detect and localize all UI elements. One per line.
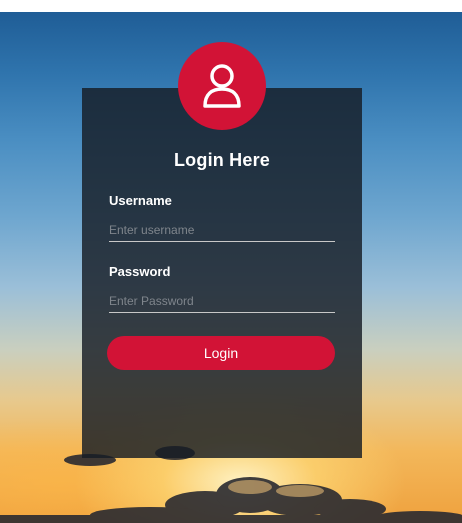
password-label: Password bbox=[109, 264, 171, 279]
user-icon bbox=[203, 64, 241, 108]
login-title: Login Here bbox=[173, 150, 270, 170]
username-label: Username bbox=[109, 193, 172, 208]
login-button[interactable]: Login bbox=[107, 336, 335, 370]
username-input[interactable] bbox=[109, 219, 335, 242]
avatar bbox=[178, 42, 266, 130]
password-input[interactable] bbox=[109, 290, 335, 313]
